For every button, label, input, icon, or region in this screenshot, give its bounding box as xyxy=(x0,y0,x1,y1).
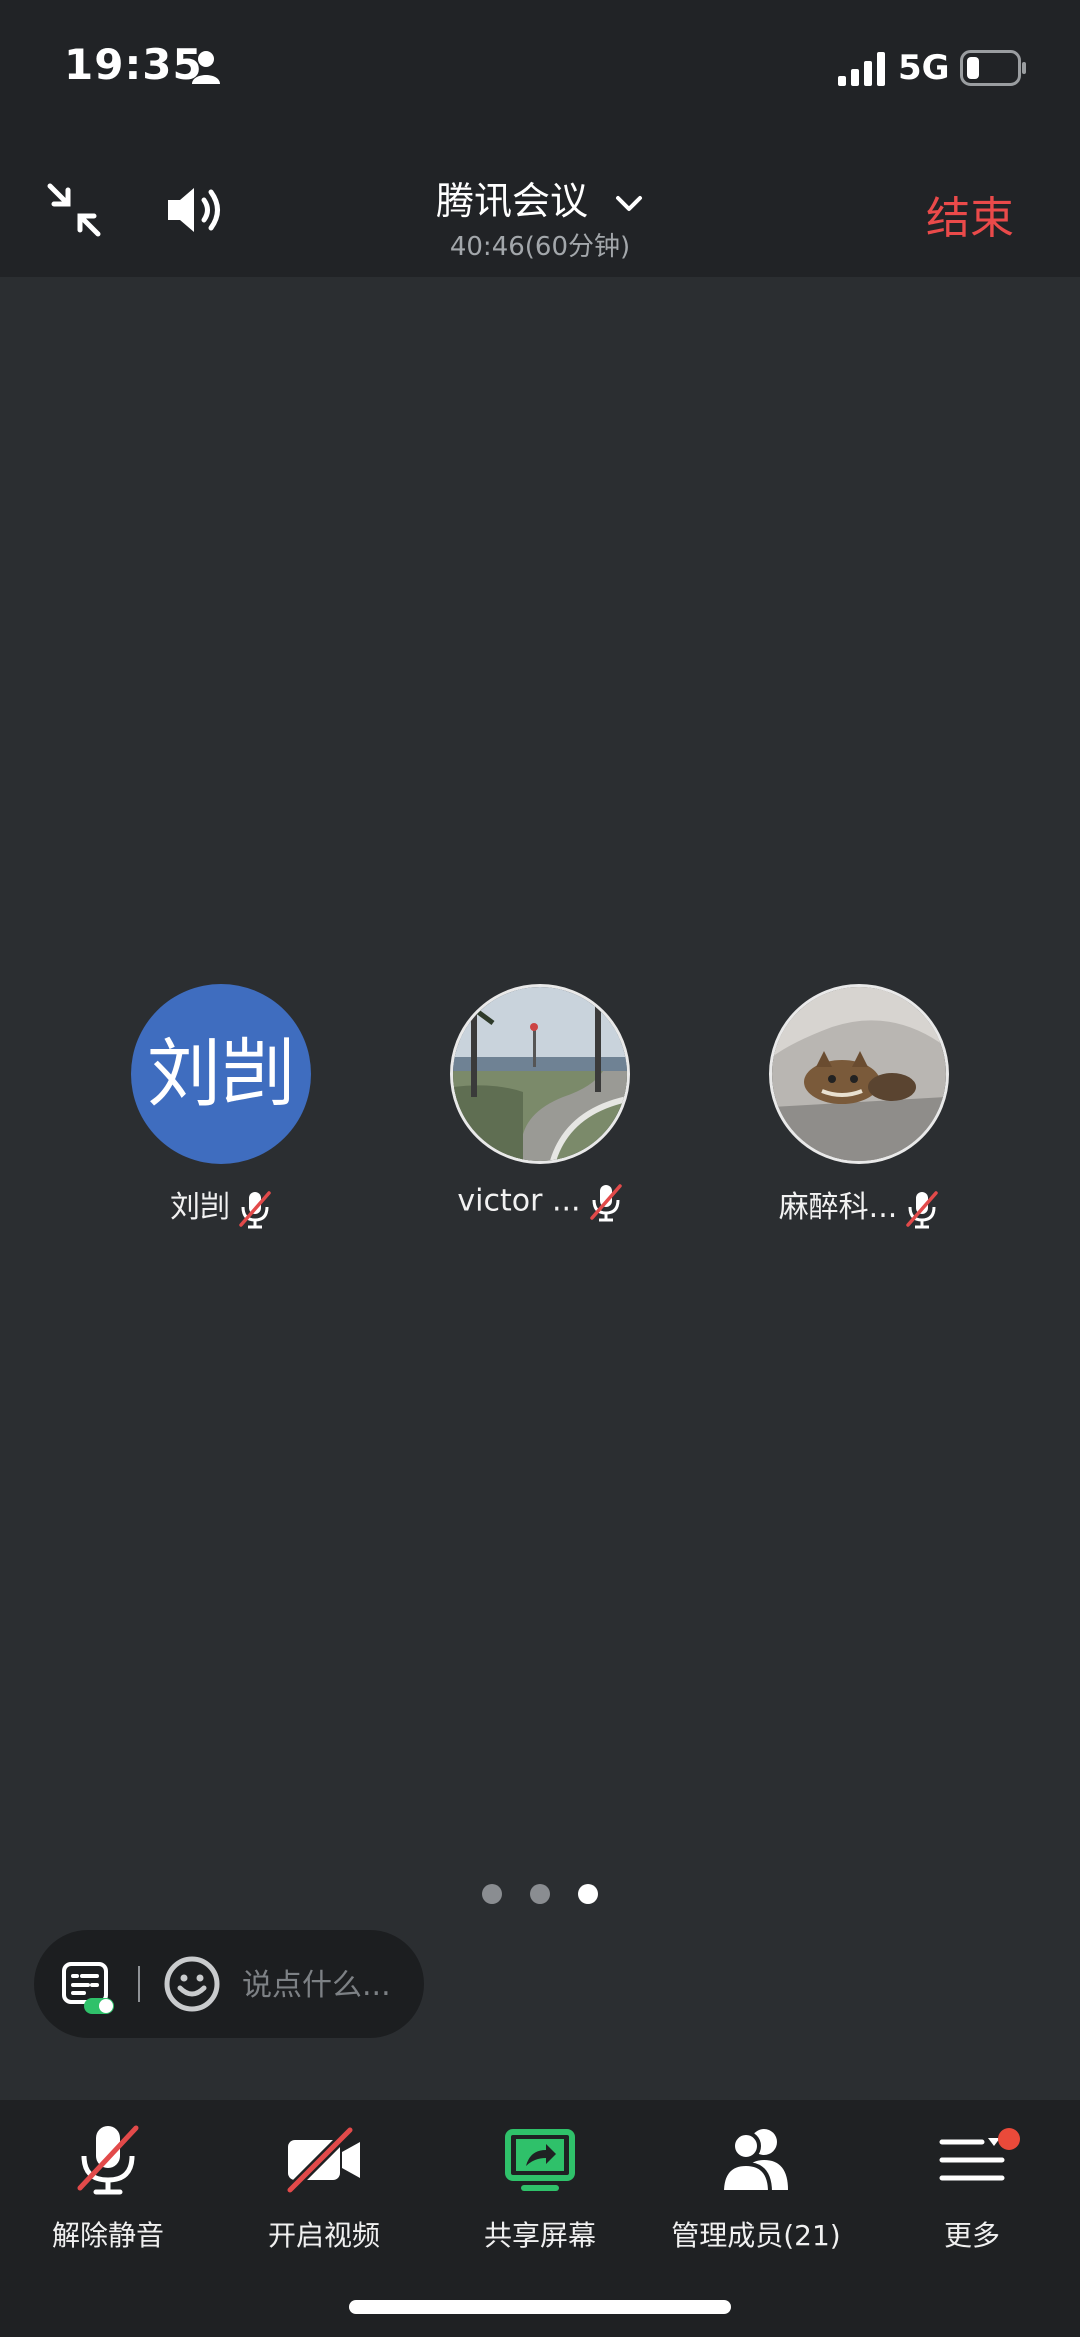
meeting-title[interactable]: 腾讯会议 xyxy=(0,170,1080,225)
meeting-title-text: 腾讯会议 xyxy=(435,179,588,223)
cat-photo-avatar xyxy=(769,984,949,1164)
participant-tile[interactable]: victor ... xyxy=(390,984,690,1222)
share-screen-button[interactable]: 共享屏幕 xyxy=(432,2120,648,2254)
tab-label: 更多 xyxy=(943,2219,1000,2252)
meeting-toolbar: 腾讯会议 40:46(60分钟) 结束 xyxy=(0,150,1080,270)
signal-icon xyxy=(838,52,885,86)
emoji-icon[interactable] xyxy=(162,1954,222,2014)
top-bar: 19:35 5G 腾讯会议 40:46(60分钟) 结束 xyxy=(0,0,1080,277)
page-dot[interactable] xyxy=(482,1884,502,1904)
status-time: 19:35 xyxy=(64,40,203,89)
tab-label: 开启视频 xyxy=(267,2219,380,2252)
mic-muted-icon xyxy=(239,1190,271,1228)
tab-label: 共享屏幕 xyxy=(483,2219,596,2252)
end-meeting-button[interactable]: 结束 xyxy=(926,182,1014,246)
participant-tile[interactable]: 麻醉科... xyxy=(709,984,1009,1229)
manage-members-button[interactable]: 管理成员(21) xyxy=(648,2120,864,2254)
caption-toggle-icon[interactable] xyxy=(60,1960,116,2016)
network-type: 5G xyxy=(898,48,950,88)
participant-name: 麻醉科... xyxy=(778,1190,898,1225)
chat-input[interactable] xyxy=(240,1960,414,2010)
meeting-duration: 40:46(60分钟) xyxy=(449,232,631,262)
page-dot[interactable] xyxy=(530,1884,550,1904)
divider xyxy=(138,1966,140,2002)
mic-muted-icon xyxy=(589,1184,622,1222)
participant-tile[interactable]: 刘剀 刘剀 xyxy=(71,984,371,1229)
tab-label: 解除静音 xyxy=(51,2219,164,2252)
participant-name: 刘剀 xyxy=(170,1190,230,1225)
participant-name-row: 刘剀 xyxy=(71,1182,371,1229)
participant-name-row: victor ... xyxy=(390,1182,690,1222)
unmute-button[interactable]: 解除静音 xyxy=(0,2120,216,2254)
chat-bar xyxy=(34,1930,424,2038)
mic-muted-icon xyxy=(77,2125,139,2195)
page-dot-active[interactable] xyxy=(578,1884,598,1904)
page-indicator xyxy=(0,1884,1080,1908)
participant-grid: 刘剀 刘剀 victor ... 麻醉科... xyxy=(0,984,1080,1244)
home-indicator[interactable] xyxy=(349,2300,731,2314)
avatar: 刘剀 xyxy=(131,984,311,1164)
start-video-button[interactable]: 开启视频 xyxy=(216,2120,432,2254)
battery-icon xyxy=(960,50,1026,86)
person-icon xyxy=(192,51,220,84)
members-icon xyxy=(719,2129,788,2194)
notification-badge xyxy=(998,2128,1020,2150)
tab-label: 管理成员(21) xyxy=(671,2219,841,2252)
video-off-icon xyxy=(285,2125,360,2195)
chevron-down-icon xyxy=(616,195,643,211)
participant-name-row: 麻醉科... xyxy=(709,1182,1009,1229)
status-bar: 19:35 5G xyxy=(0,0,1080,140)
seaside-photo-avatar xyxy=(450,984,630,1164)
participant-name: victor ... xyxy=(457,1183,581,1219)
share-screen-icon xyxy=(505,2129,575,2191)
mic-muted-icon xyxy=(906,1190,939,1228)
more-button[interactable]: 更多 xyxy=(864,2120,1080,2254)
